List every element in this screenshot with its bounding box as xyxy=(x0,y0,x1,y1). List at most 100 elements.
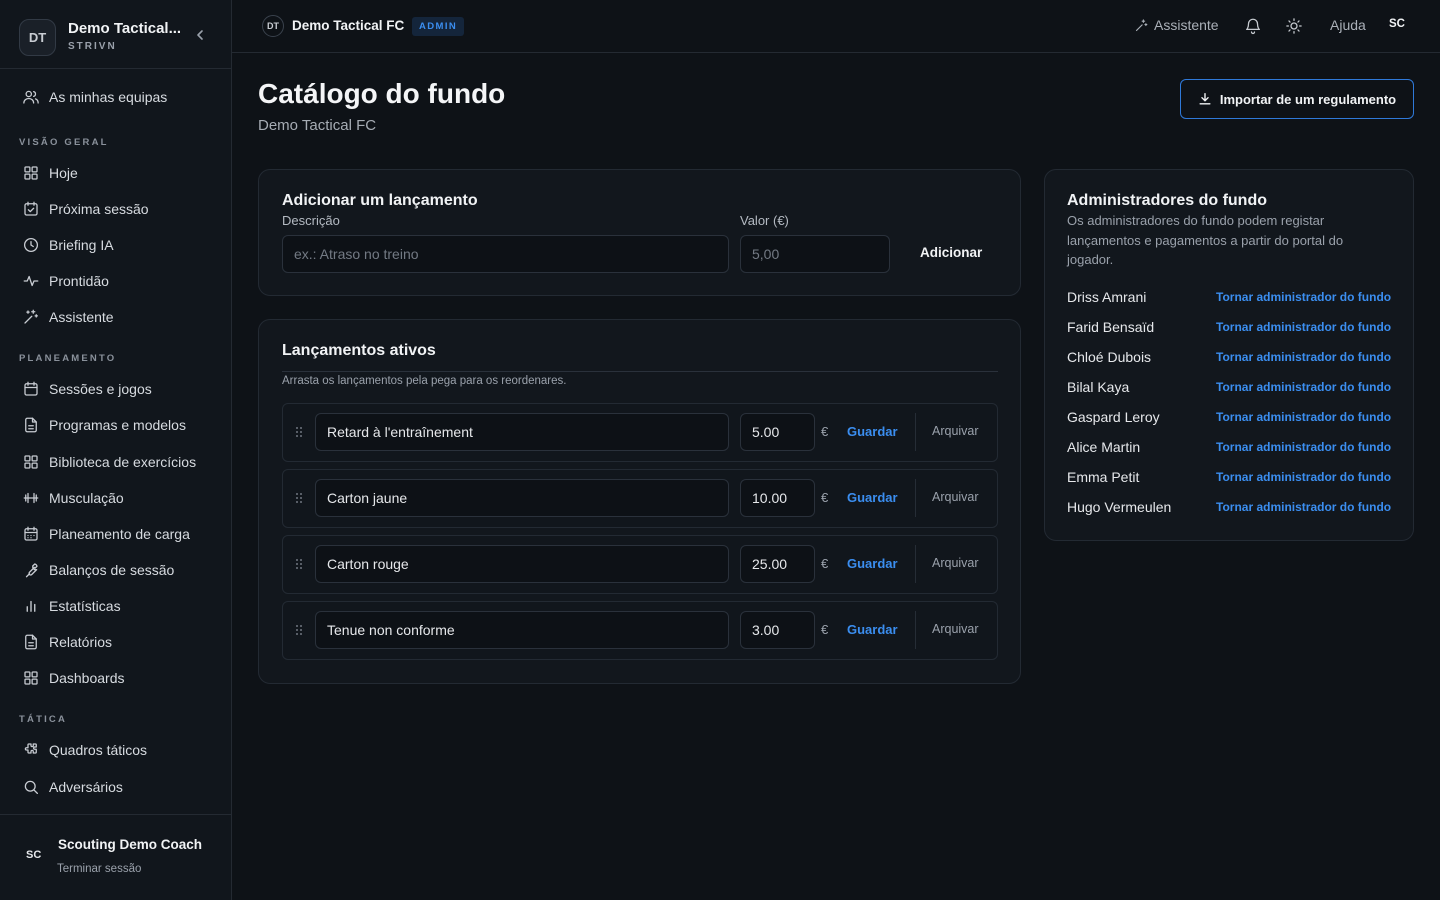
team-avatar: DT xyxy=(19,19,56,56)
team-switcher[interactable]: DT Demo Tactical... STRIVN xyxy=(0,0,231,69)
sidebar-item-tactical-boards[interactable]: Quadros táticos xyxy=(12,734,220,766)
sidebar-item-label: Musculação xyxy=(49,490,124,506)
sidebar-item-label: Assistente xyxy=(49,309,114,325)
entry-value-input[interactable]: 25.00 xyxy=(740,545,815,583)
sidebar-item-next-session[interactable]: Próxima sessão xyxy=(12,193,220,225)
sidebar-item-strength[interactable]: Musculação xyxy=(12,482,220,514)
assistant-button[interactable]: Assistente xyxy=(1134,17,1219,33)
sidebar: DT Demo Tactical... STRIVN As minhas equ… xyxy=(0,0,232,900)
drag-handle-icon[interactable] xyxy=(295,426,303,438)
puzzle-icon xyxy=(24,743,37,754)
search-icon xyxy=(24,780,39,795)
role-badge: ADMIN xyxy=(412,17,465,36)
sidebar-item-opponents[interactable]: Adversários xyxy=(12,771,220,803)
add-entry-card xyxy=(258,169,1021,296)
sidebar-item-dashboards[interactable]: Dashboards xyxy=(12,662,220,694)
sidebar-item-label: Biblioteca de exercícios xyxy=(49,454,197,470)
save-button[interactable]: Guardar xyxy=(847,490,898,505)
save-button[interactable]: Guardar xyxy=(847,424,898,439)
grid-icon xyxy=(24,671,38,685)
team-name: Demo Tactical... xyxy=(68,20,182,37)
sidebar-item-today[interactable]: Hoje xyxy=(12,157,220,189)
top-bar: DT Demo Tactical FC ADMIN Assistente Aju… xyxy=(232,0,1440,53)
currency-symbol: € xyxy=(821,424,829,439)
sidebar-item-exercise-library[interactable]: Biblioteca de exercícios xyxy=(12,446,220,478)
reorder-hint: Arrasta os lançamentos pela pega para os… xyxy=(282,375,567,387)
avatar[interactable]: SC xyxy=(1389,18,1405,30)
entry-value-input[interactable]: 3.00 xyxy=(740,611,815,649)
make-admin-button[interactable]: Tornar administrador do fundo xyxy=(1216,500,1391,514)
sidebar-item-label: Adversários xyxy=(49,779,123,795)
logout-link[interactable]: Terminar sessão xyxy=(57,863,141,875)
active-entries-title: Lançamentos ativos xyxy=(282,342,436,359)
sidebar-item-label: Hoje xyxy=(49,165,78,181)
entry-name-input[interactable]: Tenue non conforme xyxy=(315,611,729,649)
player-name: Bilal Kaya xyxy=(1067,379,1130,395)
value-input[interactable]: 5,00 xyxy=(740,235,890,273)
make-admin-button[interactable]: Tornar administrador do fundo xyxy=(1216,410,1391,424)
sidebar-item-briefing[interactable]: Briefing IA xyxy=(12,229,220,261)
team-avatar: DT xyxy=(262,15,284,37)
entry-name-input[interactable]: Retard à l'entraînement xyxy=(315,413,729,451)
help-link[interactable]: Ajuda xyxy=(1330,17,1366,33)
sparkles-icon xyxy=(1135,18,1148,31)
add-entry-button[interactable]: Adicionar xyxy=(920,245,982,260)
app-name: STRIVN xyxy=(68,41,117,52)
chevron-left-icon[interactable] xyxy=(192,27,208,43)
calendar-check-icon xyxy=(24,201,38,216)
entry-value-input[interactable]: 5.00 xyxy=(740,413,815,451)
sidebar-item-readiness[interactable]: Prontidão xyxy=(12,265,220,297)
import-regulation-button[interactable]: Importar de um regulamento xyxy=(1180,79,1414,119)
archive-button[interactable]: Arquivar xyxy=(932,424,979,438)
sidebar-item-label: As minhas equipas xyxy=(49,89,168,105)
drag-handle-icon[interactable] xyxy=(295,558,303,570)
grid-icon xyxy=(24,166,38,180)
activity-icon xyxy=(23,275,39,287)
sidebar-item-label: Relatórios xyxy=(49,634,113,650)
drag-handle-icon[interactable] xyxy=(295,624,303,636)
entry-name-input[interactable]: Carton rouge xyxy=(315,545,729,583)
drag-handle-icon[interactable] xyxy=(295,492,303,504)
sidebar-item-load-planning[interactable]: Planeamento de carga xyxy=(12,518,220,550)
make-admin-button[interactable]: Tornar administrador do fundo xyxy=(1216,440,1391,454)
sidebar-item-programs[interactable]: Programas e modelos xyxy=(12,409,220,441)
import-button-label: Importar de um regulamento xyxy=(1219,91,1397,107)
description-input[interactable]: ex.: Atraso no treino xyxy=(282,235,729,273)
bell-icon[interactable] xyxy=(1244,17,1262,35)
make-admin-button[interactable]: Tornar administrador do fundo xyxy=(1216,290,1391,304)
make-admin-button[interactable]: Tornar administrador do fundo xyxy=(1216,320,1391,334)
sidebar-item-statistics[interactable]: Estatísticas xyxy=(12,590,220,622)
users-icon xyxy=(23,90,39,104)
value-label: Valor (€) xyxy=(740,213,789,228)
sidebar-item-reports[interactable]: Relatórios xyxy=(12,626,220,658)
make-admin-button[interactable]: Tornar administrador do fundo xyxy=(1216,380,1391,394)
make-admin-button[interactable]: Tornar administrador do fundo xyxy=(1216,350,1391,364)
sidebar-item-sessions[interactable]: Sessões e jogos xyxy=(12,373,220,405)
grid-icon xyxy=(24,455,38,469)
divider xyxy=(915,413,916,451)
archive-button[interactable]: Arquivar xyxy=(932,490,979,504)
player-name: Driss Amrani xyxy=(1067,289,1147,305)
sidebar-item-session-reviews[interactable]: Balanços de sessão xyxy=(12,554,220,586)
nav-section-title: VISÃO GERAL xyxy=(19,137,109,148)
page-subtitle: Demo Tactical FC xyxy=(258,117,377,134)
make-admin-button[interactable]: Tornar administrador do fundo xyxy=(1216,470,1391,484)
save-button[interactable]: Guardar xyxy=(847,622,898,637)
archive-button[interactable]: Arquivar xyxy=(932,556,979,570)
archive-button[interactable]: Arquivar xyxy=(932,622,979,636)
save-button[interactable]: Guardar xyxy=(847,556,898,571)
entry-name-input[interactable]: Carton jaune xyxy=(315,479,729,517)
assistant-label: Assistente xyxy=(1154,17,1219,33)
wrench-icon xyxy=(25,563,38,578)
divider xyxy=(282,371,998,372)
sidebar-item-assistant[interactable]: Assistente xyxy=(12,301,220,333)
sidebar-item-my-teams[interactable]: As minhas equipas xyxy=(12,81,220,113)
nav-section-title: TÁTICA xyxy=(19,714,68,725)
sun-icon[interactable] xyxy=(1285,17,1303,35)
team-name: Demo Tactical FC xyxy=(292,18,405,33)
entry-value-input[interactable]: 10.00 xyxy=(740,479,815,517)
player-name: Farid Bensaïd xyxy=(1067,319,1155,335)
sidebar-item-label: Balanços de sessão xyxy=(49,562,175,578)
divider xyxy=(915,611,916,649)
sidebar-item-label: Próxima sessão xyxy=(49,201,149,217)
